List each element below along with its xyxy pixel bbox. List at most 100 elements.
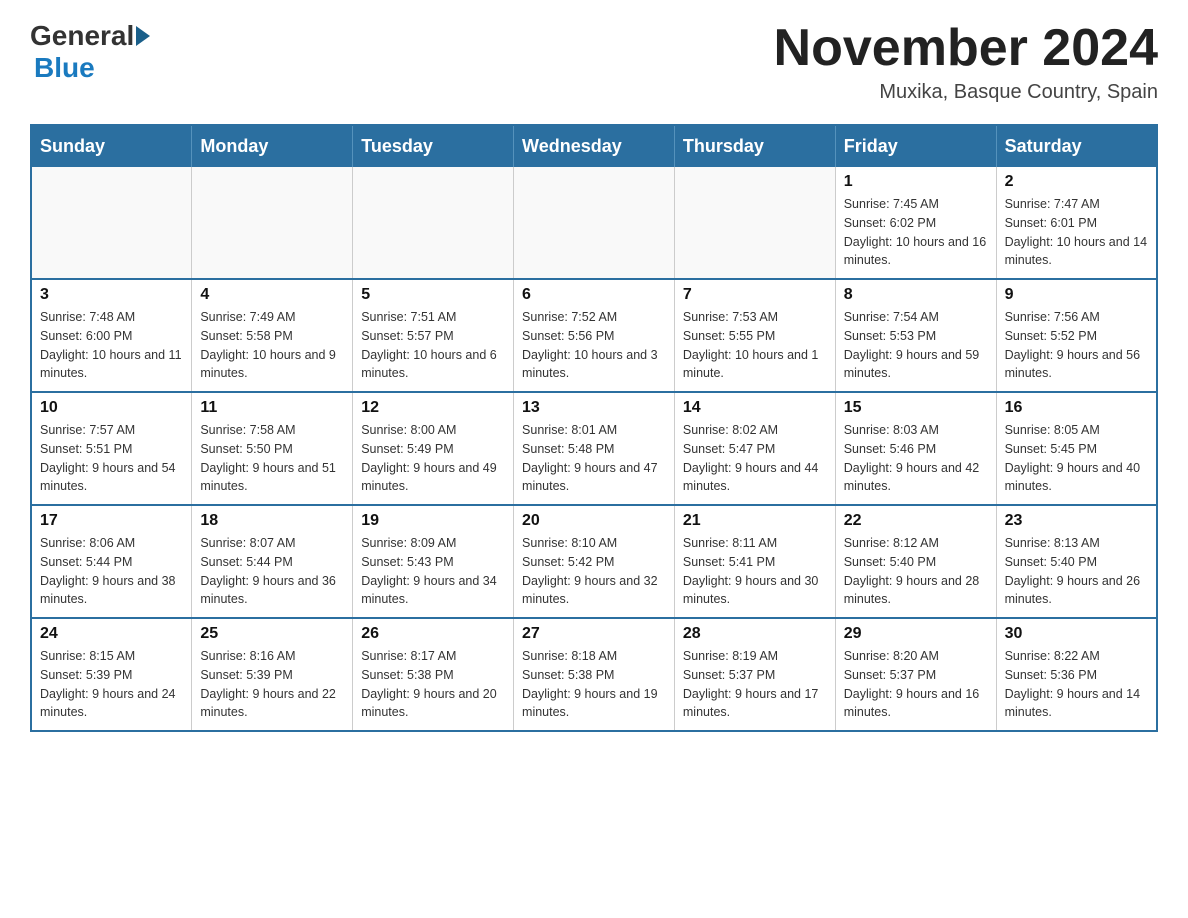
calendar-table: SundayMondayTuesdayWednesdayThursdayFrid… — [30, 124, 1158, 732]
calendar-cell — [192, 167, 353, 279]
day-info: Sunrise: 7:54 AMSunset: 5:53 PMDaylight:… — [844, 308, 988, 383]
calendar-cell: 3 Sunrise: 7:48 AMSunset: 6:00 PMDaylight… — [31, 279, 192, 392]
day-info: Sunrise: 7:52 AMSunset: 5:56 PMDaylight:… — [522, 308, 666, 383]
day-info: Sunrise: 8:10 AMSunset: 5:42 PMDaylight:… — [522, 534, 666, 609]
day-number: 28 — [683, 625, 827, 643]
day-number: 11 — [200, 399, 344, 417]
day-number: 18 — [200, 512, 344, 530]
day-number: 13 — [522, 399, 666, 417]
page-header: General Blue November 2024 Muxika, Basqu… — [30, 20, 1158, 104]
day-number: 3 — [40, 286, 183, 304]
calendar-cell: 30Sunrise: 8:22 AMSunset: 5:36 PMDayligh… — [996, 618, 1157, 731]
day-number: 15 — [844, 399, 988, 417]
logo-general-text: General — [30, 20, 134, 52]
day-number: 6 — [522, 286, 666, 304]
day-number: 29 — [844, 625, 988, 643]
day-number: 8 — [844, 286, 988, 304]
col-header-thursday: Thursday — [674, 125, 835, 167]
logo-arrow-icon — [136, 26, 150, 46]
day-info: Sunrise: 8:20 AMSunset: 5:37 PMDaylight:… — [844, 647, 988, 722]
calendar-cell: 22 Sunrise: 8:12 AMSunset: 5:40 PMDayligh… — [835, 505, 996, 618]
day-info: Sunrise: 8:00 AMSunset: 5:49 PMDaylight:… — [361, 421, 505, 496]
calendar-cell: 13 Sunrise: 8:01 AMSunset: 5:48 PMDayligh… — [514, 392, 675, 505]
day-number: 21 — [683, 512, 827, 530]
day-number: 26 — [361, 625, 505, 643]
calendar-week-row: 24Sunrise: 8:15 AMSunset: 5:39 PMDayligh… — [31, 618, 1157, 731]
col-header-tuesday: Tuesday — [353, 125, 514, 167]
calendar-week-row: 17 Sunrise: 8:06 AMSunset: 5:44 PMDayligh… — [31, 505, 1157, 618]
day-info: Sunrise: 7:53 AMSunset: 5:55 PMDaylight:… — [683, 308, 827, 383]
calendar-cell: 20 Sunrise: 8:10 AMSunset: 5:42 PMDayligh… — [514, 505, 675, 618]
calendar-cell: 5 Sunrise: 7:51 AMSunset: 5:57 PMDaylight… — [353, 279, 514, 392]
calendar-week-row: 3 Sunrise: 7:48 AMSunset: 6:00 PMDaylight… — [31, 279, 1157, 392]
calendar-week-row: 10Sunrise: 7:57 AMSunset: 5:51 PMDayligh… — [31, 392, 1157, 505]
day-info: Sunrise: 7:47 AMSunset: 6:01 PMDaylight:… — [1005, 195, 1148, 270]
day-info: Sunrise: 7:56 AMSunset: 5:52 PMDaylight:… — [1005, 308, 1148, 383]
day-number: 14 — [683, 399, 827, 417]
logo-blue-text: Blue — [34, 52, 95, 83]
calendar-cell: 29 Sunrise: 8:20 AMSunset: 5:37 PMDayligh… — [835, 618, 996, 731]
day-info: Sunrise: 7:58 AMSunset: 5:50 PMDaylight:… — [200, 421, 344, 496]
day-number: 20 — [522, 512, 666, 530]
day-number: 27 — [522, 625, 666, 643]
day-number: 25 — [200, 625, 344, 643]
month-title: November 2024 — [774, 20, 1158, 77]
calendar-cell: 27Sunrise: 8:18 AMSunset: 5:38 PMDayligh… — [514, 618, 675, 731]
calendar-week-row: 1 Sunrise: 7:45 AMSunset: 6:02 PMDaylight… — [31, 167, 1157, 279]
day-info: Sunrise: 8:01 AMSunset: 5:48 PMDaylight:… — [522, 421, 666, 496]
day-info: Sunrise: 8:15 AMSunset: 5:39 PMDaylight:… — [40, 647, 183, 722]
calendar-cell: 14 Sunrise: 8:02 AMSunset: 5:47 PMDayligh… — [674, 392, 835, 505]
calendar-cell: 4 Sunrise: 7:49 AMSunset: 5:58 PMDaylight… — [192, 279, 353, 392]
calendar-cell: 28 Sunrise: 8:19 AMSunset: 5:37 PMDayligh… — [674, 618, 835, 731]
day-info: Sunrise: 7:49 AMSunset: 5:58 PMDaylight:… — [200, 308, 344, 383]
col-header-monday: Monday — [192, 125, 353, 167]
day-info: Sunrise: 8:07 AMSunset: 5:44 PMDaylight:… — [200, 534, 344, 609]
calendar-cell: 7 Sunrise: 7:53 AMSunset: 5:55 PMDaylight… — [674, 279, 835, 392]
day-info: Sunrise: 7:45 AMSunset: 6:02 PMDaylight:… — [844, 195, 988, 270]
day-info: Sunrise: 8:19 AMSunset: 5:37 PMDaylight:… — [683, 647, 827, 722]
day-info: Sunrise: 8:17 AMSunset: 5:38 PMDaylight:… — [361, 647, 505, 722]
day-number: 1 — [844, 173, 988, 191]
location-subtitle: Muxika, Basque Country, Spain — [774, 81, 1158, 104]
day-info: Sunrise: 8:02 AMSunset: 5:47 PMDaylight:… — [683, 421, 827, 496]
day-info: Sunrise: 8:05 AMSunset: 5:45 PMDaylight:… — [1005, 421, 1148, 496]
calendar-cell: 25Sunrise: 8:16 AMSunset: 5:39 PMDayligh… — [192, 618, 353, 731]
col-header-friday: Friday — [835, 125, 996, 167]
day-number: 22 — [844, 512, 988, 530]
calendar-cell: 24Sunrise: 8:15 AMSunset: 5:39 PMDayligh… — [31, 618, 192, 731]
calendar-cell: 15 Sunrise: 8:03 AMSunset: 5:46 PMDayligh… — [835, 392, 996, 505]
day-info: Sunrise: 8:12 AMSunset: 5:40 PMDaylight:… — [844, 534, 988, 609]
calendar-cell — [514, 167, 675, 279]
day-info: Sunrise: 8:09 AMSunset: 5:43 PMDaylight:… — [361, 534, 505, 609]
day-number: 4 — [200, 286, 344, 304]
calendar-cell: 8 Sunrise: 7:54 AMSunset: 5:53 PMDaylight… — [835, 279, 996, 392]
day-info: Sunrise: 7:51 AMSunset: 5:57 PMDaylight:… — [361, 308, 505, 383]
day-number: 7 — [683, 286, 827, 304]
day-info: Sunrise: 8:11 AMSunset: 5:41 PMDaylight:… — [683, 534, 827, 609]
day-info: Sunrise: 8:03 AMSunset: 5:46 PMDaylight:… — [844, 421, 988, 496]
calendar-cell: 26 Sunrise: 8:17 AMSunset: 5:38 PMDayligh… — [353, 618, 514, 731]
day-number: 19 — [361, 512, 505, 530]
calendar-cell — [31, 167, 192, 279]
day-number: 17 — [40, 512, 183, 530]
calendar-cell: 10Sunrise: 7:57 AMSunset: 5:51 PMDayligh… — [31, 392, 192, 505]
day-number: 12 — [361, 399, 505, 417]
day-number: 9 — [1005, 286, 1148, 304]
calendar-cell: 11 Sunrise: 7:58 AMSunset: 5:50 PMDayligh… — [192, 392, 353, 505]
calendar-cell — [674, 167, 835, 279]
calendar-cell: 19 Sunrise: 8:09 AMSunset: 5:43 PMDayligh… — [353, 505, 514, 618]
calendar-cell: 17 Sunrise: 8:06 AMSunset: 5:44 PMDayligh… — [31, 505, 192, 618]
calendar-header-row: SundayMondayTuesdayWednesdayThursdayFrid… — [31, 125, 1157, 167]
calendar-cell — [353, 167, 514, 279]
day-number: 16 — [1005, 399, 1148, 417]
day-number: 5 — [361, 286, 505, 304]
title-block: November 2024 Muxika, Basque Country, Sp… — [774, 20, 1158, 104]
col-header-wednesday: Wednesday — [514, 125, 675, 167]
calendar-cell: 6 Sunrise: 7:52 AMSunset: 5:56 PMDaylight… — [514, 279, 675, 392]
day-info: Sunrise: 8:22 AMSunset: 5:36 PMDaylight:… — [1005, 647, 1148, 722]
day-info: Sunrise: 7:48 AMSunset: 6:00 PMDaylight:… — [40, 308, 183, 383]
day-number: 10 — [40, 399, 183, 417]
calendar-cell: 9 Sunrise: 7:56 AMSunset: 5:52 PMDaylight… — [996, 279, 1157, 392]
col-header-sunday: Sunday — [31, 125, 192, 167]
day-info: Sunrise: 8:06 AMSunset: 5:44 PMDaylight:… — [40, 534, 183, 609]
